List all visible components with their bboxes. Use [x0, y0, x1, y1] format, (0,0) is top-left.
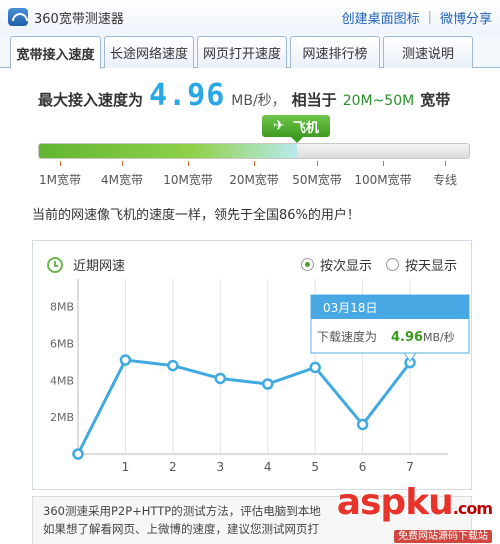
bandwidth-tick-mark — [188, 161, 189, 166]
chart-x-tick-label: 7 — [406, 460, 414, 474]
chart-data-point — [261, 378, 274, 390]
equiv-label: 相当于 — [291, 91, 337, 109]
tab-bar: 宽带接入速度 长途网络速度 网页打开速度 网速排行榜 测速说明 — [0, 34, 500, 69]
chart-x-tick-label: 1 — [122, 460, 130, 474]
bandwidth-tick-mark — [383, 161, 384, 166]
tab-long-distance-speed[interactable]: 长途网络速度 — [104, 36, 194, 68]
chart-data-point — [309, 361, 321, 374]
bandwidth-tick-label: 专线 — [432, 173, 458, 187]
chart-data-point — [356, 418, 369, 431]
watermark-subtitle: 免费网站源码下载站 — [394, 530, 492, 543]
tab-access-speed[interactable]: 宽带接入速度 — [10, 36, 101, 69]
bandwidth-tick-label: 1M宽带 — [39, 173, 81, 187]
bandwidth-tick-mark — [445, 161, 446, 166]
tab-webpage-speed[interactable]: 网页打开速度 — [197, 36, 287, 68]
chart-data-point — [72, 448, 84, 460]
recent-speed-panel: 近期网速 按次显示 按天显示 2MB 4MB 6MB 8MB 1 2 3 4 5 6 7 03月18日… — [32, 240, 472, 490]
bandwidth-tick-mark — [317, 161, 318, 166]
bandwidth-tick-label: 4M宽带 — [101, 173, 143, 187]
chart-data-point — [167, 359, 179, 372]
tooltip-label: 下载速度为 — [317, 329, 377, 344]
tooltip-value: 4.96 — [391, 330, 423, 345]
chart-x-tick-label: 2 — [169, 460, 177, 474]
tab-speed-ranking[interactable]: 网速排行榜 — [290, 36, 380, 68]
title-bar: 360宽带测速器 创建桌面图标 | 微博分享 — [0, 0, 500, 34]
chart-data-point — [119, 354, 132, 366]
speed-progress-bar — [38, 143, 470, 159]
airplane-icon: ✈ — [273, 118, 285, 134]
speed-level-badge: ✈ 飞机 — [262, 115, 330, 143]
bandwidth-tick-label: 10M宽带 — [163, 173, 213, 187]
title-links: 创建桌面图标 | 微博分享 — [342, 8, 492, 27]
bandwidth-tick-mark — [60, 161, 61, 166]
bandwidth-tick-mark — [254, 161, 255, 166]
link-separator: | — [427, 9, 432, 25]
chart-x-tick-label: 4 — [264, 460, 272, 474]
speed-prefix: 最大接入速度为 — [38, 91, 144, 109]
bandwidth-suffix: 宽带 — [420, 91, 451, 109]
tab-speed-help[interactable]: 测速说明 — [383, 36, 473, 68]
chart-x-tick-label: 5 — [311, 460, 319, 474]
chart-y-tick-label: 8MB — [50, 301, 74, 314]
bandwidth-tick-label: 100M宽带 — [354, 173, 412, 187]
bandwidth-tick-label: 50M宽带 — [292, 173, 342, 187]
site-watermark: aspku.com 免费网站源码下载站 — [336, 482, 493, 543]
speed-unit: MB/秒， — [231, 93, 286, 109]
tooltip-unit: MB/秒 — [423, 330, 455, 344]
speed-line-chart: 2MB 4MB 6MB 8MB 1 2 3 4 5 6 7 03月18日下载速度为 4.96 MB/秒 — [50, 279, 470, 474]
tooltip-date: 03月18日 — [323, 301, 378, 315]
bandwidth-tick-label: 20M宽带 — [229, 173, 279, 187]
chart-data-point — [214, 372, 227, 385]
create-desktop-icon-link[interactable]: 创建桌面图标 — [342, 8, 420, 27]
chart-y-tick-label: 6MB — [50, 337, 74, 350]
weibo-share-link[interactable]: 微博分享 — [440, 8, 492, 27]
app-title: 360宽带测速器 — [34, 11, 124, 27]
chart-series-line — [76, 358, 412, 455]
max-speed-value: 4.96 — [149, 78, 226, 113]
app-logo-icon — [8, 8, 28, 26]
chart-y-tick-label: 4MB — [50, 374, 74, 387]
speed-level-label: 飞机 — [292, 120, 319, 136]
bandwidth-range: 20M~50M — [342, 93, 415, 109]
chart-x-tick-label: 3 — [216, 460, 224, 474]
speed-progress-fill — [39, 144, 297, 158]
chart-y-tick-label: 2MB — [50, 411, 74, 424]
watermark-logo: aspku.com — [336, 482, 493, 523]
comparison-text: 当前的网速像飞机的速度一样，领先于全国86%的用户！ — [32, 208, 360, 223]
bandwidth-tick-mark — [122, 161, 123, 166]
speed-result-line: 最大接入速度为 4.96 MB/秒， 相当于 20M~50M 宽带 — [38, 78, 450, 114]
chart-x-tick-label: 6 — [359, 460, 367, 474]
